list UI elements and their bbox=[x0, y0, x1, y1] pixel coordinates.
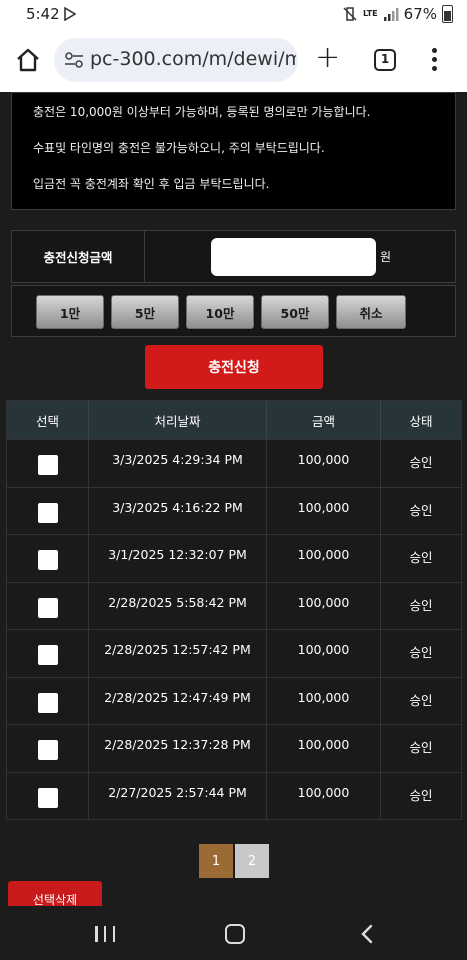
vibrate-mute-icon bbox=[343, 7, 357, 21]
table-row: 2/28/2025 12:37:28 PM 100,000 승인 bbox=[6, 725, 462, 773]
row-checkbox[interactable] bbox=[38, 740, 58, 760]
amount-cell: 100,000 bbox=[267, 677, 381, 724]
row-checkbox[interactable] bbox=[38, 692, 58, 713]
system-nav-bar bbox=[0, 906, 467, 960]
notice-line: 입금전 꼭 충전계좌 확인 후 입금 부탁드립니다. bbox=[33, 177, 270, 191]
row-checkbox[interactable] bbox=[38, 787, 58, 808]
row-checkbox[interactable] bbox=[38, 455, 58, 475]
home-button-icon[interactable] bbox=[225, 924, 245, 944]
quick-100k-button[interactable]: 10만 bbox=[186, 295, 254, 329]
date-cell: 2/28/2025 12:57:42 PM bbox=[89, 630, 267, 677]
more-menu-icon[interactable] bbox=[432, 48, 438, 74]
notice-box: 충전은 10,000원 이상부터 가능하며, 등록된 명의로만 가능합니다. 수… bbox=[11, 92, 456, 210]
amount-cell: 100,000 bbox=[267, 582, 381, 629]
status-bar: 5:42 LTE 67% bbox=[0, 0, 467, 30]
row-checkbox[interactable] bbox=[38, 645, 58, 665]
select-cell bbox=[7, 582, 89, 629]
status-cell: 승인 bbox=[409, 740, 433, 755]
status-cell: 승인 bbox=[409, 550, 433, 565]
table-header: 선택 처리날짜 금액 상태 bbox=[6, 400, 462, 440]
signal-icon bbox=[383, 8, 399, 21]
status-cell: 승인 bbox=[409, 597, 433, 613]
recent-apps-icon[interactable] bbox=[95, 926, 115, 942]
network-type: LTE bbox=[362, 9, 378, 18]
status-cell: 승인 bbox=[409, 692, 433, 708]
url-text: pc-300.com/m/dewi/m bbox=[90, 48, 296, 70]
status-cell: 승인 bbox=[409, 645, 433, 660]
table-row: 3/3/2025 4:29:34 PM 100,000 승인 bbox=[6, 440, 462, 488]
date-cell: 2/28/2025 12:37:28 PM bbox=[89, 725, 267, 772]
row-checkbox[interactable] bbox=[38, 597, 58, 618]
amount-unit: 원 bbox=[380, 250, 392, 264]
select-cell bbox=[7, 487, 89, 534]
header-date: 처리날짜 bbox=[89, 401, 267, 439]
date-cell: 3/3/2025 4:16:22 PM bbox=[89, 487, 267, 534]
date-cell: 2/28/2025 12:47:49 PM bbox=[89, 677, 267, 724]
amount-cell: 100,000 bbox=[267, 725, 381, 772]
quick-50k-button[interactable]: 5만 bbox=[111, 295, 179, 329]
site-settings-icon[interactable] bbox=[64, 51, 84, 69]
date-cell: 3/3/2025 4:29:34 PM bbox=[89, 440, 267, 487]
select-cell bbox=[7, 440, 89, 487]
table-row: 2/28/2025 12:47:49 PM 100,000 승인 bbox=[6, 677, 462, 725]
table-row: 2/28/2025 12:57:42 PM 100,000 승인 bbox=[6, 630, 462, 678]
date-cell: 3/1/2025 12:32:07 PM bbox=[89, 535, 267, 582]
select-cell bbox=[7, 772, 89, 819]
tab-count-button[interactable]: 1 bbox=[374, 49, 396, 71]
row-checkbox[interactable] bbox=[38, 550, 58, 570]
notice-line: 수표및 타인명의 충전은 불가능하오니, 주의 부탁드립니다. bbox=[33, 141, 325, 155]
amount-cell: 100,000 bbox=[267, 440, 381, 487]
address-bar[interactable]: pc-300.com/m/dewi/m bbox=[54, 38, 298, 82]
select-cell bbox=[7, 677, 89, 724]
quick-10k-button[interactable]: 1만 bbox=[36, 295, 104, 329]
header-select: 선택 bbox=[7, 401, 89, 439]
status-cell: 승인 bbox=[409, 502, 433, 518]
amount-cell: 100,000 bbox=[267, 630, 381, 677]
quick-500k-button[interactable]: 50만 bbox=[261, 295, 329, 329]
browser-toolbar: pc-300.com/m/dewi/m + 1 bbox=[0, 30, 467, 92]
battery-percent: 67% bbox=[403, 5, 437, 23]
deposit-request-button[interactable]: 충전신청 bbox=[145, 345, 323, 389]
date-cell: 2/27/2025 2:57:44 PM bbox=[89, 772, 267, 819]
amount-cell: 100,000 bbox=[267, 535, 381, 582]
play-store-icon bbox=[64, 7, 76, 21]
page-2-button[interactable]: 2 bbox=[235, 844, 269, 878]
select-cell bbox=[7, 725, 89, 772]
home-icon[interactable] bbox=[14, 46, 42, 74]
quick-amount-row: 1만 5만 10만 50만 취소 bbox=[11, 285, 456, 337]
amount-row: 충전신청금액 원 bbox=[11, 230, 456, 283]
reset-button[interactable]: 취소 bbox=[336, 295, 406, 329]
date-cell: 2/28/2025 5:58:42 PM bbox=[89, 582, 267, 629]
history-table: 선택 처리날짜 금액 상태 3/3/2025 4:29:34 PM 100,000… bbox=[6, 400, 462, 820]
header-amount: 금액 bbox=[267, 401, 381, 439]
new-tab-icon[interactable]: + bbox=[315, 43, 340, 73]
amount-cell: 100,000 bbox=[267, 487, 381, 534]
table-row: 2/28/2025 5:58:42 PM 100,000 승인 bbox=[6, 582, 462, 630]
amount-input[interactable] bbox=[211, 238, 376, 276]
select-cell bbox=[7, 535, 89, 582]
header-status: 상태 bbox=[409, 413, 433, 429]
amount-label: 충전신청금액 bbox=[12, 231, 145, 282]
status-cell: 승인 bbox=[409, 787, 433, 803]
table-row: 2/27/2025 2:57:44 PM 100,000 승인 bbox=[6, 772, 462, 820]
select-cell bbox=[7, 630, 89, 677]
notice-line: 충전은 10,000원 이상부터 가능하며, 등록된 명의로만 가능합니다. bbox=[33, 105, 371, 119]
status-cell: 승인 bbox=[409, 455, 433, 470]
amount-cell: 100,000 bbox=[267, 772, 381, 819]
table-row: 3/1/2025 12:32:07 PM 100,000 승인 bbox=[6, 535, 462, 583]
table-row: 3/3/2025 4:16:22 PM 100,000 승인 bbox=[6, 487, 462, 535]
back-icon[interactable] bbox=[358, 924, 376, 944]
status-time: 5:42 bbox=[26, 5, 60, 23]
row-checkbox[interactable] bbox=[38, 502, 58, 523]
battery-icon bbox=[442, 5, 453, 23]
page-1-button[interactable]: 1 bbox=[199, 844, 233, 878]
